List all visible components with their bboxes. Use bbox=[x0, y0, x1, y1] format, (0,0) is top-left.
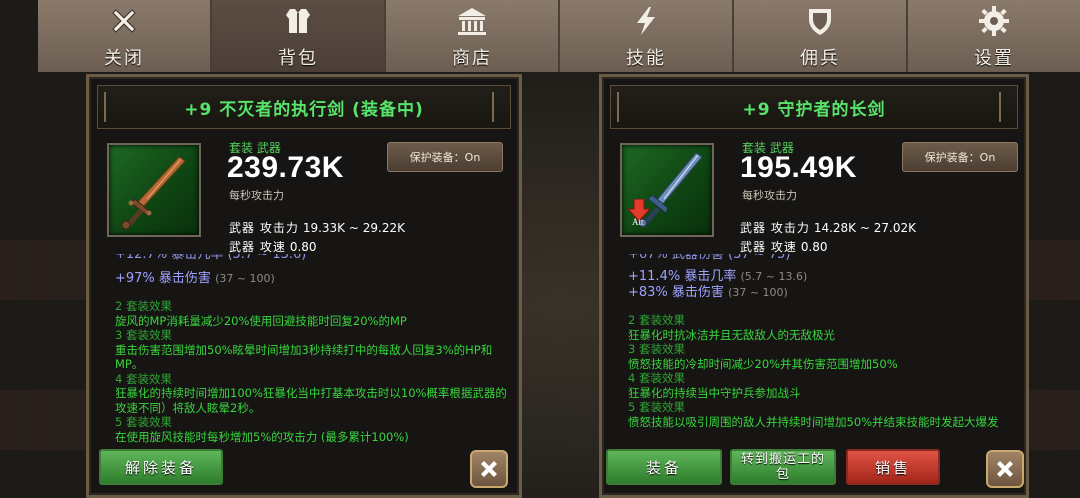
set-effect-text: 愤怒技能以吸引周围的敌人并持续时间增加50%并结束技能时发起大爆发 bbox=[628, 414, 999, 429]
tab-label: 技能 bbox=[626, 48, 666, 69]
weapon-damage-stat: 武器 攻击力 19.33K ~ 29.22K bbox=[229, 219, 405, 236]
equipped-item-panel: +9 不灭者的执行剑 (装备中) 套装 武器 239.73K 每秒攻击力 保护装… bbox=[86, 74, 522, 498]
crit-damage-stat: +97% 暴击伤害 (37 ~ 100) bbox=[115, 267, 275, 286]
title-ornament bbox=[104, 92, 116, 122]
stat-value: 0.80 bbox=[800, 240, 828, 254]
shield-icon bbox=[803, 4, 837, 38]
item-dps: 195.49K bbox=[740, 151, 857, 184]
weapon-speed-stat: 武器 攻速 0.80 bbox=[740, 238, 828, 255]
set-effect-head: 3 套装效果 bbox=[115, 328, 172, 342]
set-effect-head: 2 套装效果 bbox=[628, 313, 685, 327]
set-effect-text: 狂暴化的持续时间增加100%狂暴化当中打基本攻击时以10%概率根据武器的攻速不同… bbox=[115, 386, 507, 415]
compare-item-panel: +9 守护者的长剑 Att 套装 武器 195.49K 每秒攻击力 保护装备：O… bbox=[599, 74, 1029, 498]
set-effect-text: 狂暴化的持续当中守护兵参加战斗 bbox=[628, 385, 801, 400]
item-dps: 239.73K bbox=[227, 151, 344, 184]
tab-skills[interactable]: 技能 bbox=[560, 0, 734, 72]
close-panel-button[interactable] bbox=[986, 450, 1024, 488]
item-title-bar: +9 不灭者的执行剑 (装备中) bbox=[97, 85, 511, 129]
set-effect-head: 2 套装效果 bbox=[115, 299, 172, 313]
dps-label: 每秒攻击力 bbox=[229, 189, 284, 202]
title-ornament bbox=[492, 92, 504, 122]
set-effect-head: 5 套装效果 bbox=[115, 415, 172, 429]
close-x-icon bbox=[107, 4, 141, 38]
protect-equipment-toggle[interactable]: 保护装备：On bbox=[902, 142, 1018, 172]
item-icon-slot[interactable]: Att bbox=[620, 143, 714, 237]
item-icon-slot[interactable] bbox=[107, 143, 201, 237]
dps-label: 每秒攻击力 bbox=[742, 189, 797, 202]
title-ornament bbox=[617, 92, 629, 122]
set-effect-head: 5 套装效果 bbox=[628, 400, 685, 414]
close-x-icon bbox=[997, 461, 1013, 477]
tab-shop[interactable]: 商店 bbox=[386, 0, 560, 72]
set-effect-text: 旋风的MP消耗量减少20%使用回避技能时回复20%的MP bbox=[115, 313, 407, 328]
tab-label: 关闭 bbox=[104, 48, 144, 69]
tab-label: 背包 bbox=[278, 48, 318, 69]
tab-label: 佣兵 bbox=[800, 48, 840, 69]
crit-damage-value: +83% 暴击伤害 bbox=[628, 285, 724, 300]
item-title: +9 不灭者的执行剑 (装备中) bbox=[184, 99, 424, 120]
tab-settings[interactable]: 设置 bbox=[908, 0, 1080, 72]
close-panel-button[interactable] bbox=[470, 450, 508, 488]
crit-damage-range: (37 ~ 100) bbox=[728, 286, 788, 299]
unequip-button[interactable]: 解除装备 bbox=[99, 449, 223, 485]
close-x-icon bbox=[481, 461, 497, 477]
stat-value: 14.28K ~ 27.02K bbox=[813, 221, 916, 235]
stat-label: 武器 攻速 bbox=[740, 240, 797, 254]
tab-inventory[interactable]: 背包 bbox=[212, 0, 386, 72]
item-title-bar: +9 守护者的长剑 bbox=[610, 85, 1018, 129]
tab-label: 设置 bbox=[974, 48, 1014, 69]
stat-value: 19.33K ~ 29.22K bbox=[302, 221, 405, 235]
stat-label: 武器 攻击力 bbox=[740, 221, 810, 235]
crit-damage-range: (37 ~ 100) bbox=[215, 272, 275, 285]
sword-icon bbox=[121, 156, 186, 230]
protect-equipment-toggle[interactable]: 保护装备：On bbox=[387, 142, 503, 172]
armor-icon bbox=[281, 4, 315, 38]
title-ornament bbox=[999, 92, 1011, 122]
stat-label: 武器 攻速 bbox=[229, 240, 286, 254]
tab-mercenary[interactable]: 佣兵 bbox=[734, 0, 908, 72]
set-effect-text: 愤怒技能的冷却时间减少20%并其伤害范围增加50% bbox=[628, 356, 898, 371]
partial-stat-line: +12.7% 暴击几率 (5.7 ~ 13.6) bbox=[115, 254, 307, 262]
set-effect-head: 3 套装效果 bbox=[628, 342, 685, 356]
gear-icon bbox=[977, 4, 1011, 38]
item-title: +9 守护者的长剑 bbox=[742, 99, 886, 120]
set-effect-text: 重击伤害范围增加50%眩晕时间增加3秒持续打中的每敌人回复3%的HP和MP。 bbox=[115, 342, 493, 372]
top-nav: 关闭 背包 商店 技能 佣兵 设置 bbox=[38, 0, 1080, 72]
set-effects-list: 2 套装效果 狂暴化时抗冰洁并且无敌敌人的无敌极光 3 套装效果 愤怒技能的冷却… bbox=[628, 313, 1016, 429]
set-effect-head: 4 套装效果 bbox=[628, 371, 685, 385]
crit-damage-stat: +83% 暴击伤害 (37 ~ 100) bbox=[628, 281, 788, 300]
sell-button[interactable]: 销售 bbox=[846, 449, 940, 485]
equip-button[interactable]: 装备 bbox=[606, 449, 722, 485]
weapon-speed-stat: 武器 攻速 0.80 bbox=[229, 238, 317, 255]
lightning-icon bbox=[629, 4, 663, 38]
move-to-porter-bag-button[interactable]: 转到搬运工的包 bbox=[730, 449, 836, 485]
stat-label: 武器 攻击力 bbox=[229, 221, 299, 235]
set-effect-text: 在使用旋风技能时每秒增加5%的攻击力 (最多累计100%) bbox=[115, 429, 409, 444]
stat-value: 0.80 bbox=[289, 240, 317, 254]
partial-stat-line: +67% 武器伤害 (37 ~ 75) bbox=[628, 254, 791, 262]
att-badge: Att bbox=[632, 217, 644, 227]
shop-building-icon bbox=[455, 4, 489, 38]
weapon-damage-stat: 武器 攻击力 14.28K ~ 27.02K bbox=[740, 219, 916, 236]
set-effect-text: 狂暴化时抗冰洁并且无敌敌人的无敌极光 bbox=[628, 327, 835, 342]
set-effect-head: 4 套装效果 bbox=[115, 371, 172, 386]
tab-close[interactable]: 关闭 bbox=[38, 0, 212, 72]
crit-damage-value: +97% 暴击伤害 bbox=[115, 271, 211, 286]
set-effects-list: 2 套装效果 旋风的MP消耗量减少20%使用回避技能时回复20%的MP 3 套装… bbox=[115, 299, 507, 444]
tab-label: 商店 bbox=[452, 48, 492, 69]
